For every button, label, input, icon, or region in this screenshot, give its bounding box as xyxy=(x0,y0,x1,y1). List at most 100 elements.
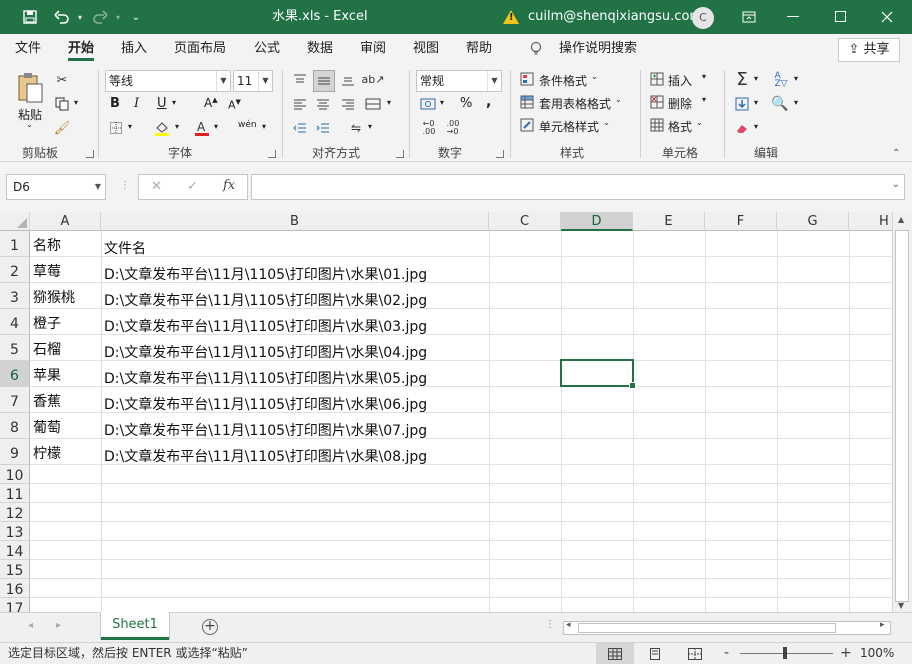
decrease-font-icon[interactable]: A▼ xyxy=(228,98,241,112)
row-header[interactable]: 17 xyxy=(0,598,30,612)
splitter-grip-icon[interactable]: ⋮ xyxy=(545,619,555,630)
zoom-level[interactable]: 100% xyxy=(860,643,894,664)
tab-help[interactable]: 帮助 xyxy=(466,34,492,64)
row-header[interactable]: 7 xyxy=(0,387,30,413)
ribbon-display-options-icon[interactable] xyxy=(736,0,762,34)
text-direction-dropdown-icon[interactable]: ▾ xyxy=(368,122,372,131)
cell-a6[interactable]: 苹果 xyxy=(33,365,61,385)
number-format-select[interactable]: 常规 ▼ xyxy=(416,70,502,92)
clear-dropdown-icon[interactable]: ▾ xyxy=(754,122,758,131)
autosum-dropdown-icon[interactable]: ▾ xyxy=(754,74,758,83)
column-header-a[interactable]: A xyxy=(30,212,101,231)
cell-b2[interactable]: D:\文章发布平台\11月\1105\打印图片\水果\01.jpg xyxy=(104,264,427,284)
increase-indent-icon[interactable] xyxy=(313,118,333,138)
scroll-tabs-right-icon[interactable]: ▸ xyxy=(56,620,61,631)
lightbulb-icon[interactable] xyxy=(530,34,542,64)
align-top-icon[interactable] xyxy=(290,70,310,90)
cell-a8[interactable]: 葡萄 xyxy=(33,417,61,437)
hscroll-left-icon[interactable]: ◂ xyxy=(566,620,571,630)
delete-cells-button[interactable]: 删除 xyxy=(668,95,692,112)
zoom-in-button[interactable]: + xyxy=(840,643,852,663)
cell-a1[interactable]: 名称 xyxy=(33,235,61,255)
cell-a5[interactable]: 石榴 xyxy=(33,339,61,359)
increase-font-icon[interactable]: A▲ xyxy=(204,96,218,110)
row-header[interactable]: 9 xyxy=(0,439,30,465)
tab-data[interactable]: 数据 xyxy=(307,34,333,64)
name-box[interactable]: D6 ▼ xyxy=(6,174,106,200)
format-cells-dropdown-icon[interactable]: ⌄ xyxy=(696,118,703,127)
column-header-f[interactable]: F xyxy=(705,212,777,231)
format-painter-icon[interactable]: 🖌 xyxy=(52,118,72,138)
cell-a4[interactable]: 橙子 xyxy=(33,313,61,333)
format-as-table-icon[interactable] xyxy=(518,93,536,111)
formula-input[interactable]: ⌄ xyxy=(251,174,905,200)
text-direction-icon[interactable]: ⇋ xyxy=(346,118,366,138)
redo-dropdown-icon[interactable]: ▾ xyxy=(112,0,124,34)
tab-insert[interactable]: 插入 xyxy=(121,34,147,64)
undo-dropdown-icon[interactable]: ▾ xyxy=(74,0,86,34)
enter-icon[interactable]: ✓ xyxy=(187,179,198,194)
cancel-icon[interactable]: ✕ xyxy=(151,179,162,194)
decrease-decimal-icon[interactable]: .00 →0 xyxy=(442,118,464,138)
phonetic-guide-icon[interactable]: wén xyxy=(238,120,257,130)
bold-button[interactable]: B xyxy=(110,96,120,111)
page-break-view-icon[interactable] xyxy=(676,643,714,664)
font-launcher-icon[interactable] xyxy=(268,150,276,158)
cell-styles-dropdown-icon[interactable]: ⌄ xyxy=(603,118,610,127)
minimize-icon[interactable] xyxy=(780,0,806,34)
tab-page-layout[interactable]: 页面布局 xyxy=(174,34,226,64)
align-bottom-icon[interactable] xyxy=(338,70,358,90)
conditional-format-dropdown-icon[interactable]: ⌄ xyxy=(591,72,598,81)
row-header[interactable]: 3 xyxy=(0,283,30,309)
cell-a7[interactable]: 香蕉 xyxy=(33,391,61,411)
row-header[interactable]: 2 xyxy=(0,257,30,283)
cell-styles-icon[interactable] xyxy=(518,116,536,134)
share-button[interactable]: ⇪ 共享 xyxy=(838,38,900,62)
clipboard-launcher-icon[interactable] xyxy=(86,150,94,158)
cell-a3[interactable]: 猕猴桃 xyxy=(33,287,75,307)
italic-button[interactable]: I xyxy=(134,96,139,111)
decrease-indent-icon[interactable] xyxy=(290,118,310,138)
scroll-down-icon[interactable]: ▼ xyxy=(898,601,904,610)
paste-icon[interactable] xyxy=(14,70,46,106)
add-sheet-icon[interactable]: + xyxy=(202,619,218,635)
row-header[interactable]: 1 xyxy=(0,231,30,257)
tab-view[interactable]: 视图 xyxy=(413,34,439,64)
normal-view-icon[interactable] xyxy=(596,643,634,664)
sheet-tab-sheet1[interactable]: Sheet1 xyxy=(101,612,169,640)
clear-icon[interactable] xyxy=(732,118,752,138)
page-layout-view-icon[interactable] xyxy=(636,643,674,664)
scroll-up-icon[interactable]: ▲ xyxy=(898,215,904,224)
align-middle-icon[interactable] xyxy=(313,70,335,92)
tab-formulas[interactable]: 公式 xyxy=(254,34,280,64)
row-header[interactable]: 13 xyxy=(0,522,30,541)
row-header[interactable]: 12 xyxy=(0,503,30,522)
row-header[interactable]: 10 xyxy=(0,465,30,484)
hscroll-right-icon[interactable]: ▸ xyxy=(880,620,885,630)
cell-a2[interactable]: 草莓 xyxy=(33,261,61,281)
tab-home[interactable]: 开始 xyxy=(68,34,95,64)
tab-file[interactable]: 文件 xyxy=(15,34,41,64)
fill-color-dropdown-icon[interactable]: ▾ xyxy=(175,122,179,131)
cell-b6[interactable]: D:\文章发布平台\11月\1105\打印图片\水果\05.jpg xyxy=(104,368,427,388)
zoom-slider-thumb[interactable] xyxy=(783,647,787,659)
column-header-h[interactable]: H xyxy=(849,212,892,231)
row-header[interactable]: 8 xyxy=(0,413,30,439)
cell-b7[interactable]: D:\文章发布平台\11月\1105\打印图片\水果\06.jpg xyxy=(104,394,427,414)
phonetic-dropdown-icon[interactable]: ▾ xyxy=(262,122,266,131)
cell-b4[interactable]: D:\文章发布平台\11月\1105\打印图片\水果\03.jpg xyxy=(104,316,427,336)
fill-color-icon[interactable] xyxy=(152,118,172,138)
align-left-icon[interactable] xyxy=(290,94,310,114)
row-header[interactable]: 6 xyxy=(0,361,30,387)
row-header[interactable]: 16 xyxy=(0,579,30,598)
merge-dropdown-icon[interactable]: ▾ xyxy=(387,98,391,107)
font-size-select[interactable]: 11 ▼ xyxy=(233,70,273,92)
column-header-c[interactable]: C xyxy=(489,212,561,231)
number-launcher-icon[interactable] xyxy=(496,150,504,158)
insert-function-button[interactable]: fx xyxy=(223,178,235,193)
copy-dropdown-icon[interactable]: ▾ xyxy=(74,98,78,107)
horizontal-scrollbar[interactable] xyxy=(563,621,891,635)
copy-icon[interactable] xyxy=(52,94,72,114)
row-header[interactable]: 11 xyxy=(0,484,30,503)
accounting-dropdown-icon[interactable]: ▾ xyxy=(440,98,444,107)
